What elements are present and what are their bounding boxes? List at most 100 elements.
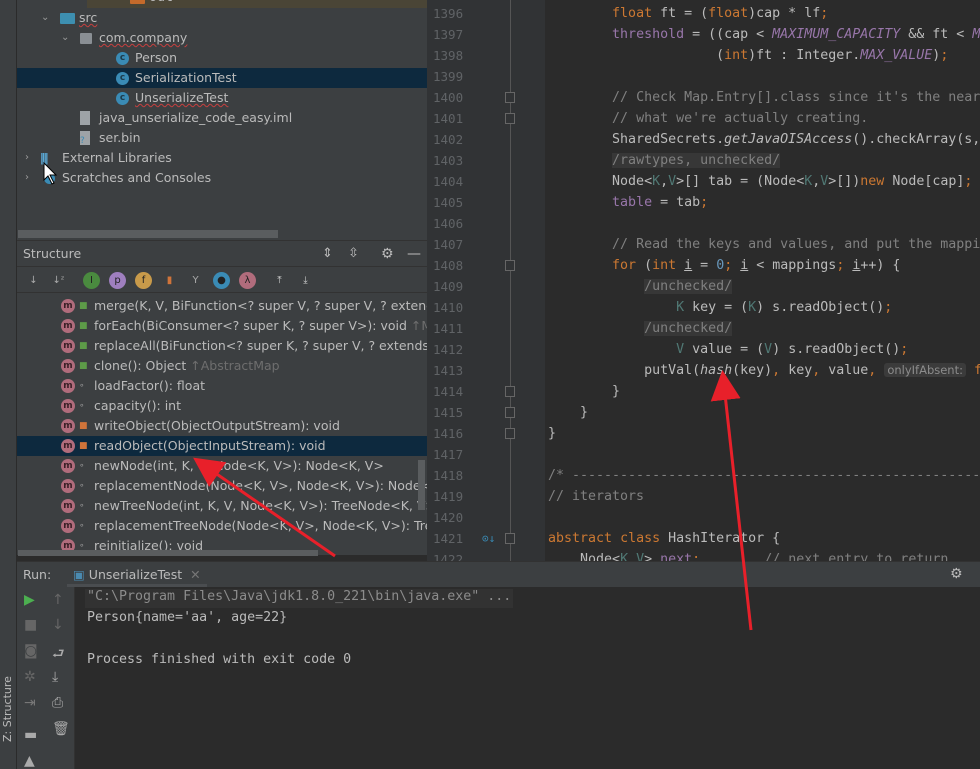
structure-item-label: replacementNode(Node<K, V>, Node<K, V>):… bbox=[94, 478, 427, 493]
tree-item[interactable]: › ǀǀǀǀ External Libraries bbox=[17, 148, 427, 168]
code-token: ( bbox=[548, 48, 725, 63]
code-line: putVal(hash(key), key, value, onlyIfAbse… bbox=[548, 360, 980, 381]
sort-alphabetically-icon[interactable]: ↓ᶻ bbox=[50, 272, 67, 289]
structure-tool-tab[interactable]: Z: Structure bbox=[1, 676, 14, 742]
line-number: 1421 bbox=[433, 531, 464, 546]
chevron-down-icon[interactable]: ⌄ bbox=[41, 8, 49, 28]
project-horizontal-scrollbar[interactable] bbox=[18, 230, 278, 238]
structure-item[interactable]: m ∘ replacementTreeNode(Node<K, V>, Node<K… bbox=[17, 516, 427, 536]
fold-marker-icon[interactable] bbox=[505, 386, 515, 397]
method-icon: m bbox=[61, 299, 75, 313]
fold-marker-icon[interactable] bbox=[505, 407, 515, 418]
structure-item[interactable]: m ∘ newTreeNode(int, K, V, Node<K, V>): Tr… bbox=[17, 496, 427, 516]
structure-vertical-scrollbar[interactable] bbox=[418, 460, 425, 510]
rerun-icon[interactable]: ▶ bbox=[24, 592, 35, 608]
structure-item[interactable]: m ∘ capacity(): int bbox=[17, 396, 427, 416]
console-line: Person{name='aa', age=22} bbox=[87, 610, 288, 625]
run-tab[interactable]: ▣ UnserializeTest ✕ bbox=[67, 562, 207, 587]
structure-item[interactable]: m ∘ loadFactor(): float bbox=[17, 376, 427, 396]
layout-icon[interactable]: ▬ bbox=[24, 727, 37, 743]
line-number: 1422 bbox=[433, 552, 464, 561]
structure-item[interactable]: m ∘ replacementNode(Node<K, V>, Node<K, V>… bbox=[17, 476, 427, 496]
code-token: = ((cap < bbox=[684, 27, 773, 42]
code-token: putVal( bbox=[548, 363, 701, 378]
show-properties-icon[interactable]: p bbox=[109, 272, 126, 289]
code-token: , bbox=[628, 552, 637, 561]
tree-item-label: UnserializeTest bbox=[135, 90, 229, 105]
method-icon: m bbox=[61, 439, 75, 453]
show-inherited-icon[interactable]: I bbox=[83, 272, 100, 289]
down-arrow-icon[interactable]: ↓ bbox=[52, 617, 64, 633]
run-settings-gear-icon[interactable]: ⚙ bbox=[950, 562, 963, 587]
code-token: , bbox=[772, 363, 781, 378]
minimize-icon[interactable]: — bbox=[407, 241, 421, 267]
structure-item-label: writeObject(ObjectOutputStream): void bbox=[94, 418, 340, 433]
chevron-down-icon[interactable]: ⌄ bbox=[61, 28, 69, 48]
print-icon[interactable]: ⎙ bbox=[52, 695, 63, 711]
soft-wrap-icon[interactable]: ⮐ bbox=[52, 643, 65, 667]
tree-item[interactable]: c SerializationTest bbox=[17, 68, 427, 88]
structure-horizontal-scrollbar[interactable] bbox=[18, 550, 318, 556]
exit-icon[interactable]: ⇥ bbox=[24, 695, 36, 711]
autoscroll-from-source-icon[interactable]: ⤓ bbox=[297, 272, 314, 289]
clear-all-icon[interactable]: 🗑 bbox=[52, 721, 70, 737]
code-editor[interactable]: ⊙↓ 1396 1397 1398 1399 1400 1401 1402 1403 1404 1… bbox=[427, 0, 980, 561]
structure-item[interactable]: m ■ readObject(ObjectInputStream): void bbox=[17, 436, 427, 456]
method-icon: m bbox=[61, 519, 75, 533]
tree-item[interactable]: ⌄ src bbox=[17, 8, 427, 28]
fold-marker-icon[interactable] bbox=[505, 113, 515, 124]
show-lambdas-icon[interactable]: λ bbox=[239, 272, 256, 289]
implemented-icon[interactable]: ⊙↓ bbox=[482, 532, 495, 545]
sort-by-visibility-icon[interactable]: ↓ bbox=[25, 272, 42, 289]
pin-icon[interactable]: ▲ bbox=[24, 753, 35, 769]
code-token: (key) bbox=[732, 363, 773, 378]
collapse-all-icon[interactable]: ⇳ bbox=[348, 241, 359, 267]
console-line: Process finished with exit code 0 bbox=[87, 652, 352, 667]
close-tab-icon[interactable]: ✕ bbox=[190, 567, 200, 582]
structure-item[interactable]: m ■ merge(K, V, BiFunction<? super V, ? su… bbox=[17, 296, 427, 316]
structure-item[interactable]: m ■ clone(): Object ↑AbstractMap bbox=[17, 356, 427, 376]
structure-item[interactable]: m ■ writeObject(ObjectOutputStream): void bbox=[17, 416, 427, 436]
up-arrow-icon[interactable]: ↑ bbox=[52, 592, 64, 608]
structure-item[interactable]: m ∘ newNode(int, K, V, Node<K, V>): Node<K… bbox=[17, 456, 427, 476]
tree-item[interactable]: › Scratches and Consoles bbox=[17, 168, 427, 188]
chevron-right-icon[interactable]: › bbox=[25, 168, 29, 188]
chevron-right-icon[interactable]: › bbox=[111, 0, 117, 8]
fold-marker-icon[interactable] bbox=[505, 260, 515, 271]
tree-item[interactable]: java_unserialize_code_easy.iml bbox=[17, 108, 427, 128]
fold-marker-icon[interactable] bbox=[505, 92, 515, 103]
camera-icon[interactable]: ◙ bbox=[24, 643, 38, 659]
show-non-public-icon[interactable]: ▮ bbox=[161, 272, 178, 289]
fold-marker-icon[interactable] bbox=[505, 428, 515, 439]
code-token: ; bbox=[884, 300, 893, 315]
structure-item[interactable]: m ■ forEach(BiConsumer<? super K, ? super … bbox=[17, 316, 427, 336]
code-token: for bbox=[612, 258, 637, 273]
code-token: // next entry to return bbox=[764, 552, 949, 561]
code-token: )cap * lf bbox=[748, 6, 821, 21]
debug-icon[interactable]: ✲ bbox=[24, 669, 36, 685]
fold-marker-icon[interactable] bbox=[505, 533, 515, 544]
run-console[interactable]: "C:\Program Files\Java\jdk1.8.0_221\bin\… bbox=[17, 587, 980, 769]
tree-item[interactable]: c UnserializeTest bbox=[17, 88, 427, 108]
stop-icon[interactable]: ■ bbox=[24, 617, 37, 633]
group-methods-icon[interactable]: Y bbox=[187, 272, 204, 289]
tree-item[interactable]: ⌄ com.company bbox=[17, 28, 427, 48]
expand-all-icon[interactable]: ⇕ bbox=[322, 241, 333, 267]
gear-icon[interactable]: ⚙ bbox=[381, 241, 394, 267]
class-icon: c bbox=[116, 52, 129, 65]
scroll-to-end-icon[interactable]: ⤓ bbox=[52, 669, 58, 685]
package-private-icon: ∘ bbox=[79, 461, 85, 471]
structure-item[interactable]: m ■ replaceAll(BiFunction<? super K, ? sup… bbox=[17, 336, 427, 356]
code-line: /rawtypes, unchecked/ bbox=[548, 150, 781, 171]
tree-item[interactable]: ? ser.bin bbox=[17, 128, 427, 148]
autoscroll-to-source-icon[interactable]: ⤒ bbox=[271, 272, 288, 289]
show-fields-icon[interactable]: f bbox=[135, 272, 152, 289]
line-number: 1403 bbox=[433, 153, 464, 168]
show-anonymous-icon[interactable]: ● bbox=[213, 272, 230, 289]
tree-item[interactable]: c Person bbox=[17, 48, 427, 68]
chevron-right-icon[interactable]: › bbox=[25, 148, 29, 168]
